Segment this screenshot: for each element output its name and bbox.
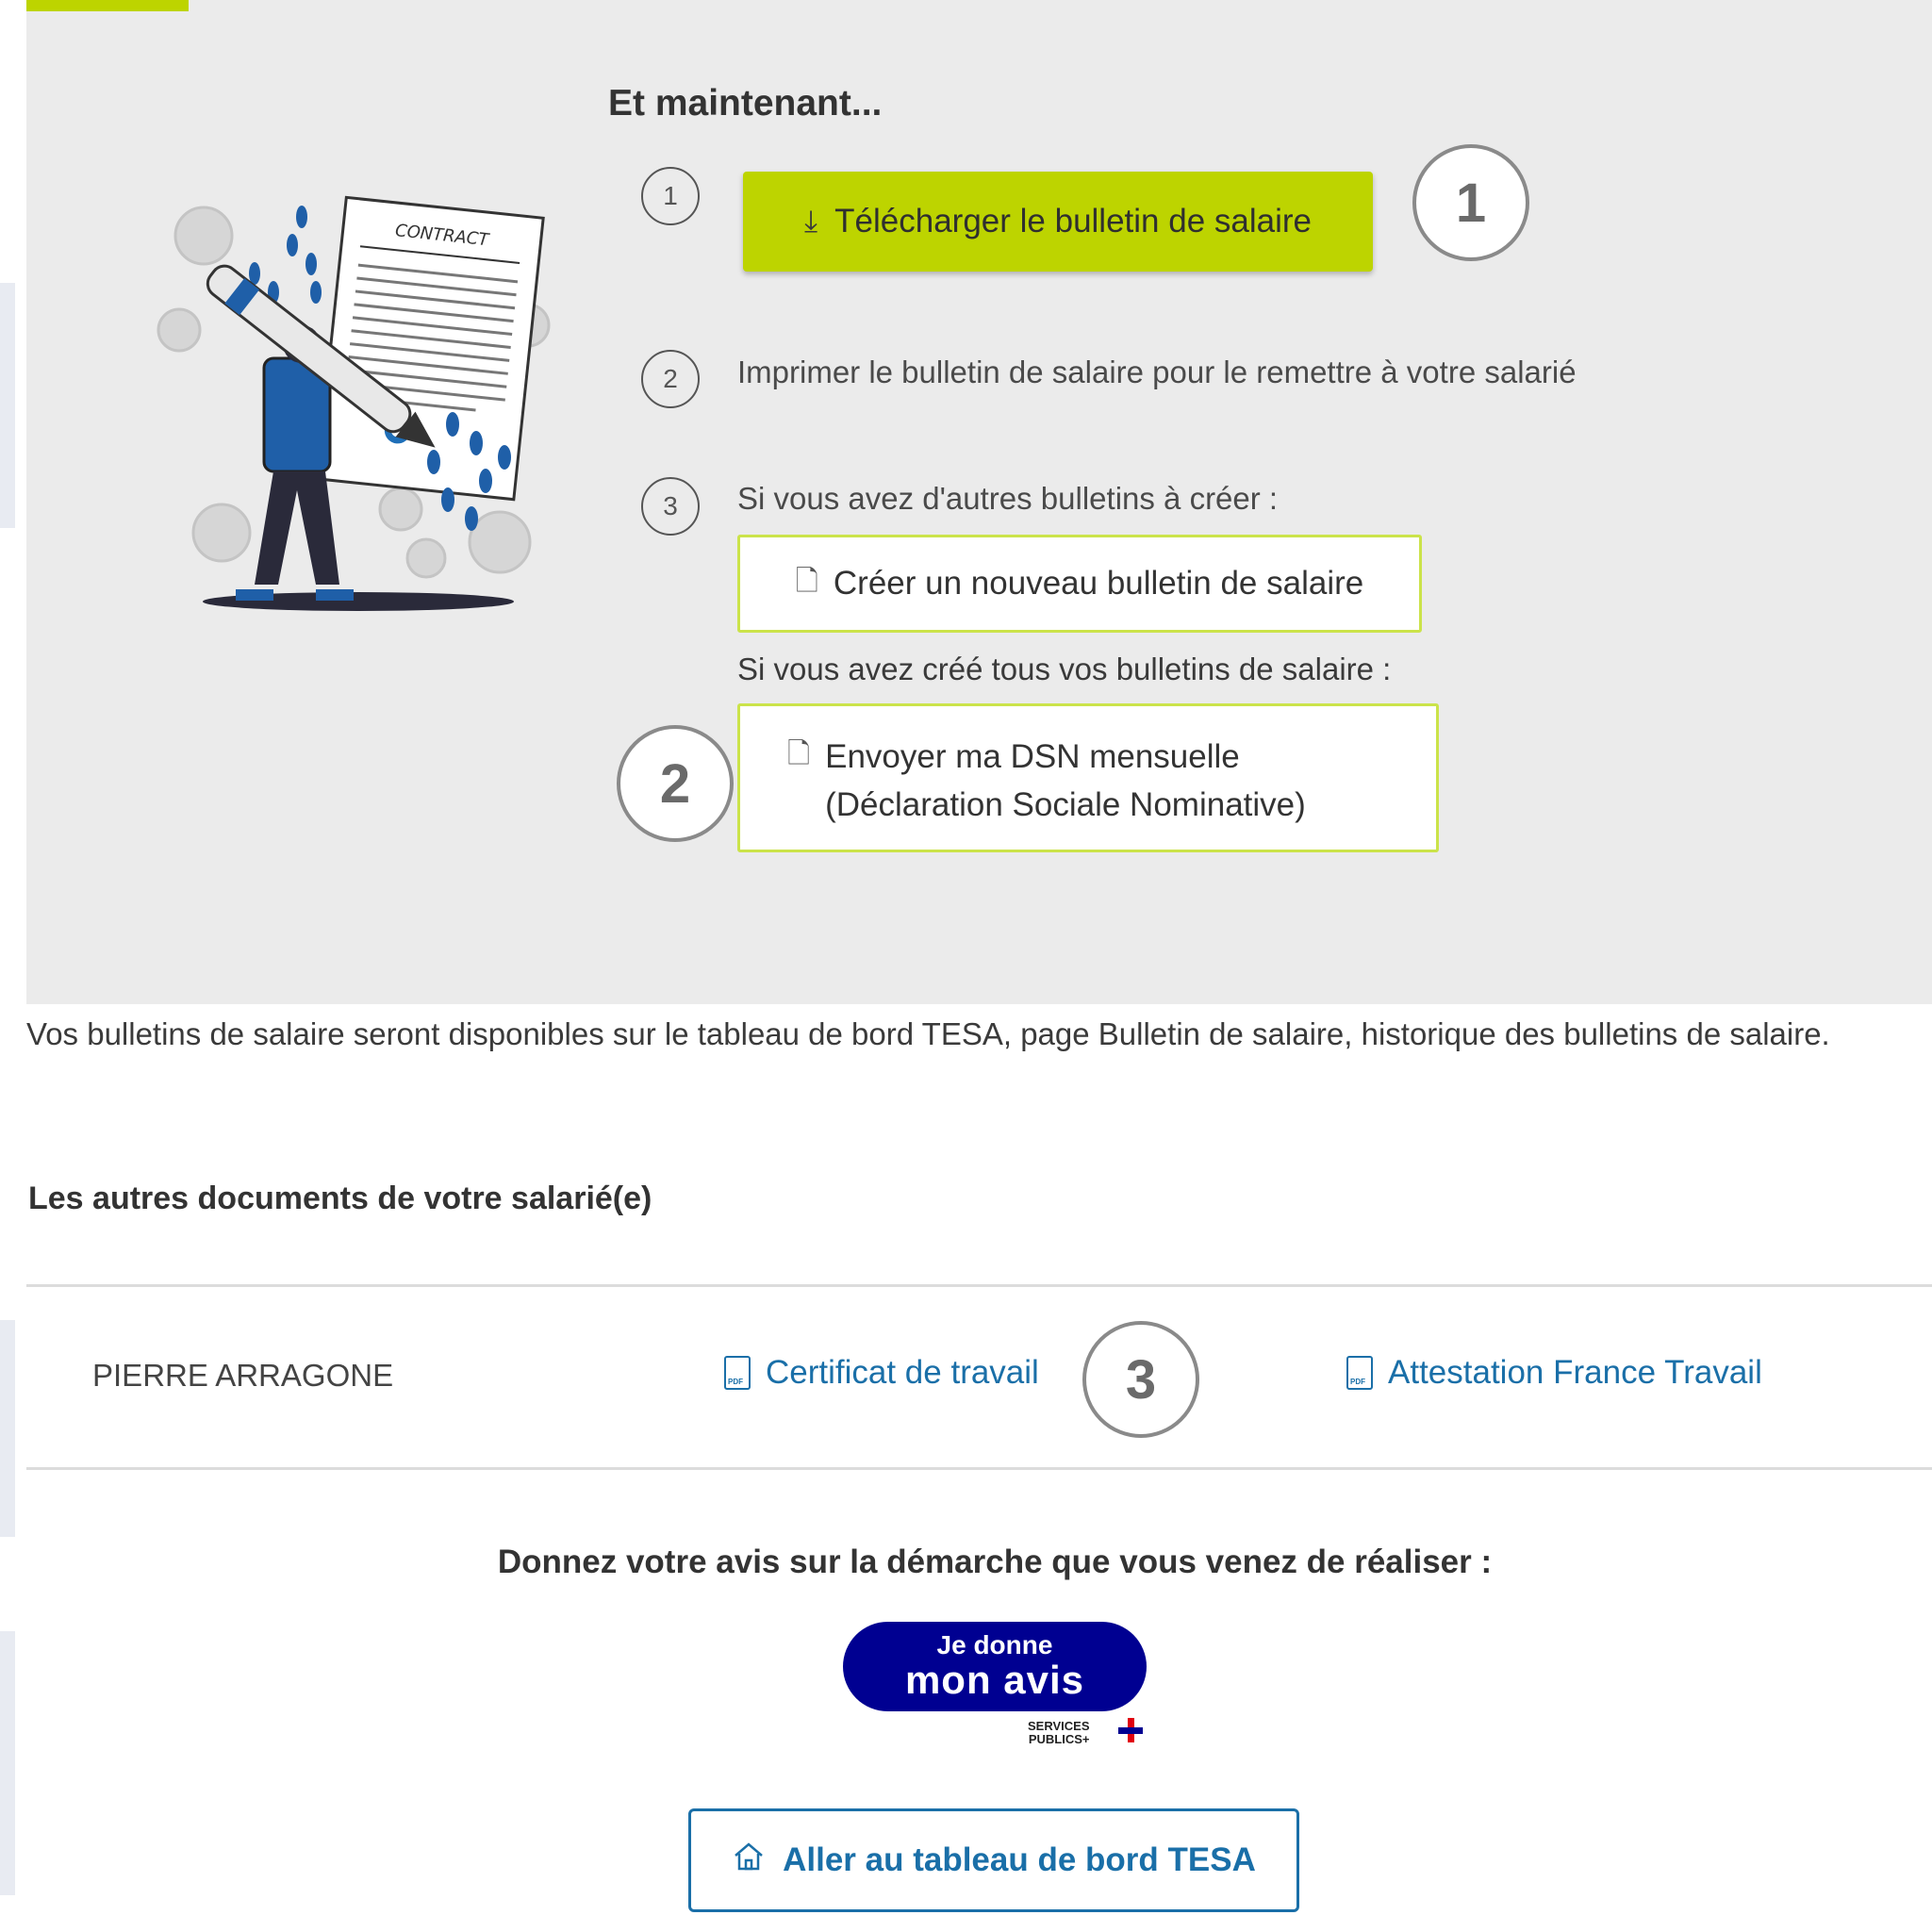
other-payslips-text: Si vous avez d'autres bulletins à créer …	[737, 481, 1279, 516]
give-feedback-line1: Je donne	[936, 1630, 1053, 1659]
callout-3: 3	[1082, 1321, 1199, 1438]
step-number-2: 2	[641, 350, 700, 408]
download-payslip-label: Télécharger le bulletin de salaire	[834, 203, 1312, 239]
pdf-icon: PDF	[1346, 1356, 1373, 1390]
file-icon: 🗋	[787, 738, 811, 769]
france-travail-link[interactable]: PDF Attestation France Travail	[1346, 1354, 1762, 1392]
give-feedback-line2: mon avis	[904, 1658, 1085, 1702]
other-documents-title: Les autres documents de votre salarié(e)	[28, 1180, 652, 1216]
active-tab-indicator	[26, 0, 189, 11]
next-steps-heading: Et maintenant...	[608, 83, 883, 124]
step-number-1: 1	[641, 167, 700, 225]
work-certificate-label: Certificat de travail	[766, 1354, 1039, 1391]
create-payslip-button[interactable]: 🗋 Créer un nouveau bulletin de salaire	[737, 535, 1422, 633]
send-dsn-button[interactable]: 🗋 Envoyer ma DSN mensuelle (Déclaration …	[737, 703, 1439, 852]
pdf-icon: PDF	[724, 1356, 751, 1390]
send-dsn-label-line1: Envoyer ma DSN mensuelle	[825, 738, 1240, 775]
divider	[26, 1284, 1932, 1287]
work-certificate-link[interactable]: PDF Certificat de travail	[724, 1354, 1039, 1392]
france-travail-label: Attestation France Travail	[1388, 1354, 1762, 1391]
all-created-text: Si vous avez créé tous vos bulletins de …	[737, 652, 1392, 686]
feedback-title: Donnez votre avis sur la démarche que vo…	[497, 1544, 1493, 1580]
left-edge-strip	[0, 1320, 15, 1537]
left-edge-strip	[0, 1631, 15, 1895]
download-payslip-button[interactable]: ⤓ Télécharger le bulletin de salaire	[743, 172, 1373, 272]
home-icon	[732, 1841, 766, 1881]
payslip-availability-text: Vos bulletins de salaire seront disponib…	[26, 1016, 1830, 1051]
print-payslip-text: Imprimer le bulletin de salaire pour le …	[737, 355, 1577, 389]
file-plus-icon: 🗋	[795, 565, 818, 597]
divider	[26, 1467, 1932, 1470]
create-payslip-label: Créer un nouveau bulletin de salaire	[833, 565, 1364, 602]
step-number-3: 3	[641, 477, 700, 536]
go-to-dashboard-button[interactable]: Aller au tableau de bord TESA	[688, 1808, 1299, 1912]
callout-1: 1	[1412, 144, 1529, 261]
contract-illustration: CONTRACT	[151, 189, 566, 613]
left-edge-strip	[0, 283, 15, 528]
services-publics-logo: SERVICES PUBLICS+	[1028, 1719, 1090, 1746]
go-to-dashboard-label: Aller au tableau de bord TESA	[783, 1841, 1256, 1878]
callout-2: 2	[617, 725, 734, 842]
services-publics-cross-icon	[1118, 1718, 1143, 1742]
download-icon: ⤓	[804, 204, 818, 238]
send-dsn-label-line2: (Déclaration Sociale Nominative)	[825, 786, 1306, 823]
employee-name: PIERRE ARRAGONE	[92, 1358, 394, 1393]
give-feedback-button[interactable]: Je donne mon avis	[843, 1622, 1147, 1711]
